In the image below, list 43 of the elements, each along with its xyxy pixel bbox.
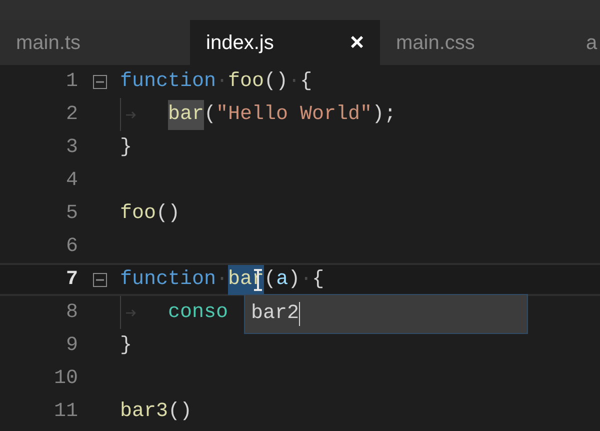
- line-number: 7: [64, 266, 79, 292]
- code-token: );: [372, 102, 396, 128]
- code-token: (: [264, 266, 276, 292]
- line-number: 1: [64, 68, 79, 94]
- code-token: "Hello World": [216, 102, 372, 128]
- code-token: a: [276, 266, 288, 292]
- line-number: 2: [64, 102, 79, 128]
- collapse-icon[interactable]: [93, 74, 107, 88]
- line-number: 9: [64, 332, 79, 358]
- code-token: function: [120, 68, 216, 94]
- close-button[interactable]: ×: [350, 24, 364, 60]
- line-number: 6: [64, 234, 79, 260]
- line-number: 8: [64, 300, 79, 326]
- editor-tab[interactable]: index.js ×: [190, 20, 380, 65]
- code-token: conso: [168, 300, 228, 326]
- line-number: 11: [52, 398, 79, 424]
- code-token: {: [312, 266, 324, 292]
- code-token: ·: [300, 266, 312, 292]
- line-number: 5: [64, 200, 79, 226]
- editor-tab[interactable]: main.ts: [0, 20, 190, 65]
- code-token: (: [204, 102, 216, 128]
- code-token: }: [120, 134, 132, 160]
- code-token: ): [288, 266, 300, 292]
- code-token: foo: [228, 68, 264, 94]
- code-token: function: [120, 266, 216, 292]
- editor-tab[interactable]: a: [570, 20, 600, 65]
- code-token: (): [168, 398, 192, 424]
- code-token: bar: [168, 100, 204, 130]
- code-token: bar3: [120, 398, 168, 424]
- line-number: 10: [52, 366, 79, 392]
- line-number: 4: [64, 168, 79, 194]
- code-token: ·: [288, 68, 300, 94]
- code-token: }: [120, 332, 132, 358]
- code-token: {: [300, 68, 312, 94]
- collapse-icon[interactable]: [93, 272, 107, 286]
- code-token: ·: [216, 266, 228, 292]
- code-token: foo: [120, 200, 156, 226]
- editor-tab[interactable]: main.css: [380, 20, 570, 65]
- code-token: ·: [216, 68, 228, 94]
- line-number: 3: [64, 134, 79, 160]
- code-token: (): [264, 68, 288, 94]
- code-token: (): [156, 200, 180, 226]
- rename-input[interactable]: bar2: [244, 294, 528, 334]
